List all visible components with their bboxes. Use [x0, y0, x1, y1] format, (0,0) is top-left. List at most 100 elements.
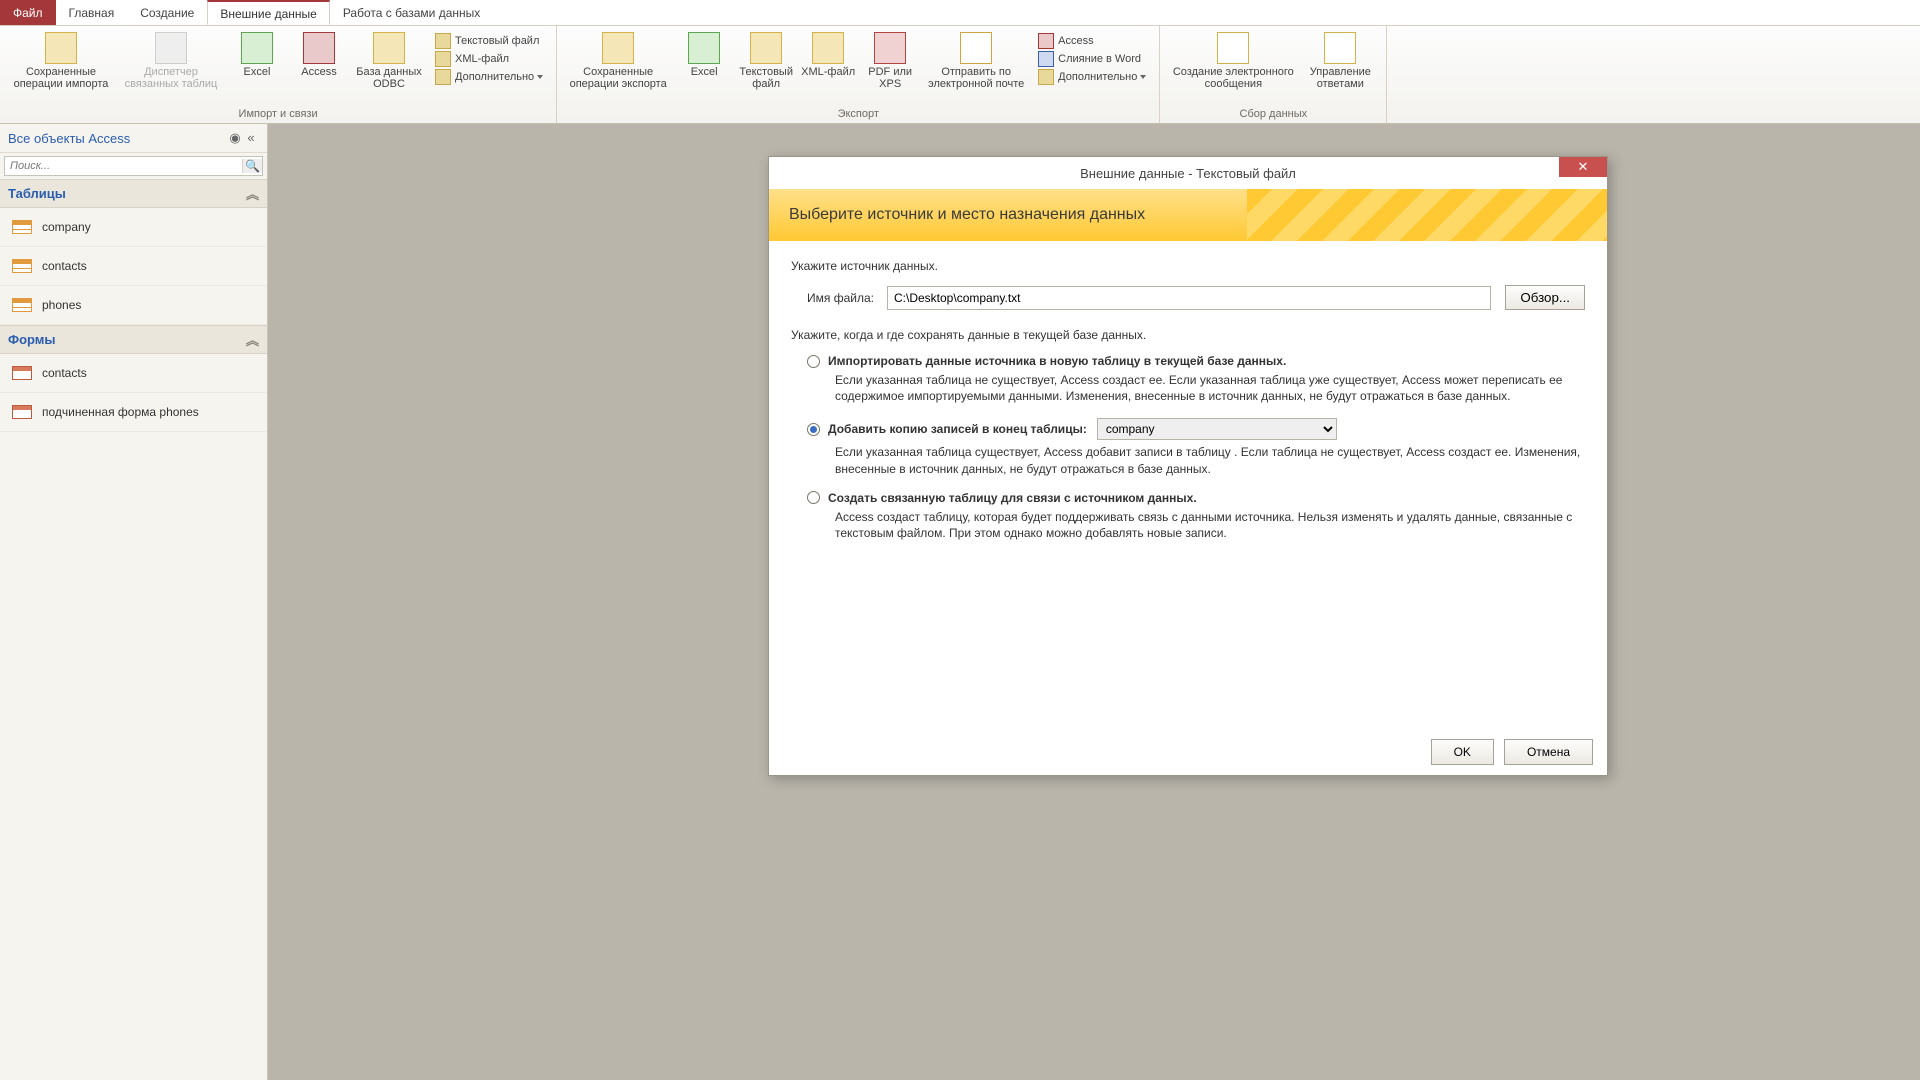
destination-prompt: Укажите, когда и где сохранять данные в … [791, 328, 1585, 342]
option-append-table: Добавить копию записей в конец таблицы: … [807, 418, 1585, 476]
form-icon [12, 405, 32, 419]
radio-link[interactable] [807, 491, 820, 504]
import-odbc-button[interactable]: База данных ODBC [350, 30, 428, 92]
word-icon [1038, 51, 1054, 67]
excel-icon [688, 32, 720, 64]
nav-search: 🔍 [4, 156, 263, 176]
saved-imports-icon [45, 32, 77, 64]
option-import-title: Импортировать данные источника в новую т… [828, 354, 1286, 368]
import-excel-button[interactable]: Excel [226, 30, 288, 80]
search-input[interactable] [5, 157, 242, 175]
ribbon-group-export: Сохраненные операции экспорта Excel Текс… [557, 26, 1160, 123]
manage-responses-button[interactable]: Управление ответами [1300, 30, 1380, 92]
file-row: Имя файла: Обзор... [807, 285, 1585, 310]
chevron-up-icon: ︽ [246, 330, 259, 349]
linked-table-manager-icon [155, 32, 187, 64]
table-icon [12, 298, 32, 312]
access-icon [303, 32, 335, 64]
saved-exports-button[interactable]: Сохраненные операции экспорта [563, 30, 673, 92]
tab-create[interactable]: Создание [127, 0, 207, 25]
import-more-button[interactable]: Дополнительно [432, 68, 546, 86]
export-access-button[interactable]: Access [1035, 32, 1149, 50]
xml-file-icon [435, 51, 451, 67]
navigation-pane: Все объекты Access ◉ « 🔍 Таблицы ︽ compa… [0, 124, 268, 1080]
export-text-file-button[interactable]: Текстовый файл [735, 30, 797, 92]
create-email-button[interactable]: Создание электронного сообщения [1166, 30, 1300, 92]
ok-button[interactable]: OK [1431, 739, 1494, 765]
main-area: Все объекты Access ◉ « 🔍 Таблицы ︽ compa… [0, 124, 1920, 1080]
option-link-table: Создать связанную таблицу для связи с ис… [807, 491, 1585, 541]
text-file-icon [750, 32, 782, 64]
export-pdf-button[interactable]: PDF или XPS [859, 30, 921, 92]
ribbon-group-import: Сохраненные операции импорта Диспетчер с… [0, 26, 557, 123]
append-table-select[interactable]: company [1097, 418, 1337, 440]
nav-title: Все объекты Access [8, 131, 227, 146]
import-xml-file-button[interactable]: XML-файл [432, 50, 546, 68]
more-icon [1038, 69, 1054, 85]
ribbon: Сохраненные операции импорта Диспетчер с… [0, 26, 1920, 124]
tab-home[interactable]: Главная [56, 0, 128, 25]
table-icon [12, 259, 32, 273]
search-icon[interactable]: 🔍 [242, 159, 262, 173]
table-item-company[interactable]: company [0, 208, 267, 247]
ribbon-group-label: Импорт и связи [0, 106, 556, 123]
tab-database-tools[interactable]: Работа с базами данных [330, 0, 493, 25]
source-prompt: Укажите источник данных. [791, 259, 1585, 273]
access-icon [1038, 33, 1054, 49]
close-icon[interactable]: ✕ [1559, 157, 1607, 177]
dialog-title: Внешние данные - Текстовый файл [1080, 166, 1296, 181]
option-link-title: Создать связанную таблицу для связи с ис… [828, 491, 1197, 505]
content-area: Внешние данные - Текстовый файл ? ✕ Выбе… [268, 124, 1920, 1080]
nav-category-tables[interactable]: Таблицы ︽ [0, 179, 267, 208]
nav-category-forms[interactable]: Формы ︽ [0, 325, 267, 354]
nav-collapse-icon[interactable]: « [243, 130, 259, 146]
cancel-button[interactable]: Отмена [1504, 739, 1593, 765]
ribbon-group-collect: Создание электронного сообщения Управлен… [1160, 26, 1387, 123]
manage-responses-icon [1324, 32, 1356, 64]
ribbon-group-label: Экспорт [557, 106, 1159, 123]
linked-table-manager-button: Диспетчер связанных таблиц [116, 30, 226, 92]
option-import-desc: Если указанная таблица не существует, Ac… [835, 372, 1585, 404]
export-word-merge-button[interactable]: Слияние в Word [1035, 50, 1149, 68]
pdf-icon [874, 32, 906, 64]
xml-file-icon [812, 32, 844, 64]
dialog-banner: Выберите источник и место назначения дан… [769, 189, 1607, 241]
chevron-down-icon [537, 75, 543, 79]
dialog-body: Укажите источник данных. Имя файла: Обзо… [769, 241, 1607, 729]
dialog-titlebar: Внешние данные - Текстовый файл ? ✕ [769, 157, 1607, 189]
tab-file[interactable]: Файл [0, 0, 56, 25]
import-access-button[interactable]: Access [288, 30, 350, 80]
nav-dropdown-icon[interactable]: ◉ [227, 130, 243, 146]
browse-button[interactable]: Обзор... [1505, 285, 1585, 310]
export-more-button[interactable]: Дополнительно [1035, 68, 1149, 86]
nav-header[interactable]: Все объекты Access ◉ « [0, 124, 267, 153]
table-item-phones[interactable]: phones [0, 286, 267, 325]
import-text-file-button[interactable]: Текстовый файл [432, 32, 546, 50]
create-email-icon [1217, 32, 1249, 64]
saved-exports-icon [602, 32, 634, 64]
form-item-contacts[interactable]: contacts [0, 354, 267, 393]
table-item-contacts[interactable]: contacts [0, 247, 267, 286]
option-import-new-table: Импортировать данные источника в новую т… [807, 354, 1585, 404]
excel-icon [241, 32, 273, 64]
chevron-down-icon [1140, 75, 1146, 79]
form-item-phones-subform[interactable]: подчиненная форма phones [0, 393, 267, 432]
export-excel-button[interactable]: Excel [673, 30, 735, 80]
chevron-up-icon: ︽ [246, 184, 259, 203]
ribbon-tabs: Файл Главная Создание Внешние данные Раб… [0, 0, 1920, 26]
export-email-button[interactable]: Отправить по электронной почте [921, 30, 1031, 92]
text-file-icon [435, 33, 451, 49]
ribbon-group-label: Сбор данных [1160, 106, 1386, 123]
file-label: Имя файла: [807, 291, 887, 305]
dialog-footer: OK Отмена [769, 729, 1607, 775]
radio-import-new[interactable] [807, 355, 820, 368]
option-link-desc: Access создаст таблицу, которая будет по… [835, 509, 1585, 541]
tab-external-data[interactable]: Внешние данные [207, 0, 330, 25]
dialog-heading: Выберите источник и место назначения дан… [789, 206, 1145, 224]
export-xml-file-button[interactable]: XML-файл [797, 30, 859, 80]
radio-append[interactable] [807, 423, 820, 436]
saved-imports-button[interactable]: Сохраненные операции импорта [6, 30, 116, 92]
file-path-input[interactable] [887, 286, 1491, 310]
import-text-dialog: Внешние данные - Текстовый файл ? ✕ Выбе… [768, 156, 1608, 776]
database-icon [373, 32, 405, 64]
